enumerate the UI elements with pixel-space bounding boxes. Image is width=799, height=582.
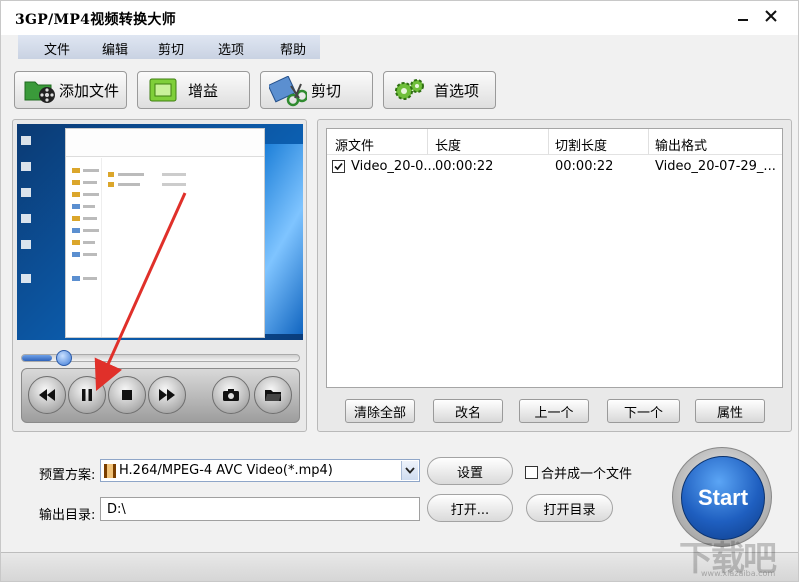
minimize-icon[interactable] (731, 5, 755, 27)
merge-checkbox[interactable] (525, 466, 538, 479)
preferences-label: 首选项 (434, 81, 480, 100)
title-bar: 3GP/MP4视频转换大师 (1, 1, 798, 35)
stop-button[interactable] (108, 376, 146, 414)
move-up-button[interactable]: 上一个 (519, 399, 589, 423)
cell-output: Video_20-07-29_... (655, 159, 776, 174)
fast-forward-icon (159, 389, 175, 401)
open-button[interactable]: 打开... (427, 494, 513, 522)
settings-button[interactable]: 设置 (427, 457, 513, 485)
merge-label: 合并成一个文件 (541, 467, 633, 482)
cell-source: Video_20-0... (351, 159, 436, 174)
col-source[interactable]: 源文件 (335, 135, 374, 154)
cut-button[interactable]: 剪切 (260, 71, 373, 109)
move-down-button[interactable]: 下一个 (607, 399, 680, 423)
menu-file[interactable]: 文件 (44, 39, 70, 58)
merge-option[interactable]: 合并成一个文件 (525, 463, 632, 482)
cell-length: 00:00:22 (435, 159, 494, 174)
row-checkbox[interactable] (332, 160, 345, 173)
menu-cut[interactable]: 剪切 (158, 39, 184, 58)
properties-button[interactable]: 属性 (695, 399, 765, 423)
watermark-url: www.xiazaiba.com (701, 569, 776, 578)
gears-icon (392, 76, 426, 104)
menu-help[interactable]: 帮助 (280, 39, 306, 58)
cut-label: 剪切 (311, 81, 342, 100)
file-list[interactable]: 源文件 长度 切割长度 输出格式 Video_20-0... 00:00:22 … (326, 128, 783, 388)
table-row[interactable]: Video_20-0... 00:00:22 00:00:22 Video_20… (327, 156, 782, 178)
col-output-format[interactable]: 输出格式 (655, 135, 707, 154)
rename-button[interactable]: 改名 (433, 399, 503, 423)
open-dir-button[interactable]: 打开目录 (526, 494, 613, 522)
window-title: 3GP/MP4视频转换大师 (15, 12, 177, 28)
playback-controls (21, 368, 300, 423)
col-cut-length[interactable]: 切割长度 (555, 135, 607, 154)
seek-progress (22, 355, 53, 361)
preferences-button[interactable]: 首选项 (383, 71, 496, 109)
preset-value: H.264/MPEG-4 AVC Video(*.mp4) (119, 463, 333, 478)
camera-icon (223, 389, 239, 401)
explorer-thumbnail (65, 128, 265, 338)
col-length[interactable]: 长度 (435, 135, 461, 154)
chevron-down-icon[interactable] (401, 461, 418, 480)
preset-select[interactable]: H.264/MPEG-4 AVC Video(*.mp4) (100, 459, 420, 482)
add-file-button[interactable]: 添加文件 (14, 71, 127, 109)
add-file-label: 添加文件 (59, 81, 120, 100)
seek-thumb[interactable] (56, 350, 73, 366)
cell-cut-length: 00:00:22 (555, 159, 614, 174)
fast-forward-button[interactable] (148, 376, 186, 414)
app-window: 3GP/MP4视频转换大师 文件 编辑 剪切 选项 帮助 添加文件 增益 剪切 … (0, 0, 799, 582)
open-snapshot-folder-button[interactable] (254, 376, 292, 414)
stop-icon (122, 390, 132, 400)
film-strip-icon (104, 464, 116, 478)
film-folder-icon (23, 76, 57, 104)
preview-panel (12, 119, 307, 432)
scissors-film-icon (267, 75, 309, 107)
video-preview (17, 124, 303, 340)
menu-bar: 文件 编辑 剪切 选项 帮助 (18, 35, 320, 59)
gain-button[interactable]: 增益 (137, 71, 250, 109)
pause-icon (82, 389, 92, 401)
gain-label: 增益 (188, 81, 219, 100)
menu-options[interactable]: 选项 (218, 39, 244, 58)
gain-icon (146, 76, 180, 104)
file-list-header: 源文件 长度 切割长度 输出格式 (327, 129, 782, 155)
clear-all-button[interactable]: 清除全部 (345, 399, 415, 423)
folder-icon (265, 390, 281, 401)
start-button[interactable]: Start (681, 456, 765, 540)
seek-slider[interactable] (21, 350, 300, 366)
rewind-icon (39, 389, 55, 401)
pause-button[interactable] (68, 376, 106, 414)
close-icon[interactable] (759, 5, 783, 27)
snapshot-button[interactable] (212, 376, 250, 414)
menu-edit[interactable]: 编辑 (102, 39, 128, 58)
rewind-button[interactable] (28, 376, 66, 414)
preset-label: 预置方案: (39, 468, 96, 483)
output-dir-label: 输出目录: (39, 508, 96, 523)
file-list-panel: 源文件 长度 切割长度 输出格式 Video_20-0... 00:00:22 … (317, 119, 792, 432)
windows-logo-image (265, 144, 303, 334)
output-dir-input[interactable] (100, 497, 420, 521)
